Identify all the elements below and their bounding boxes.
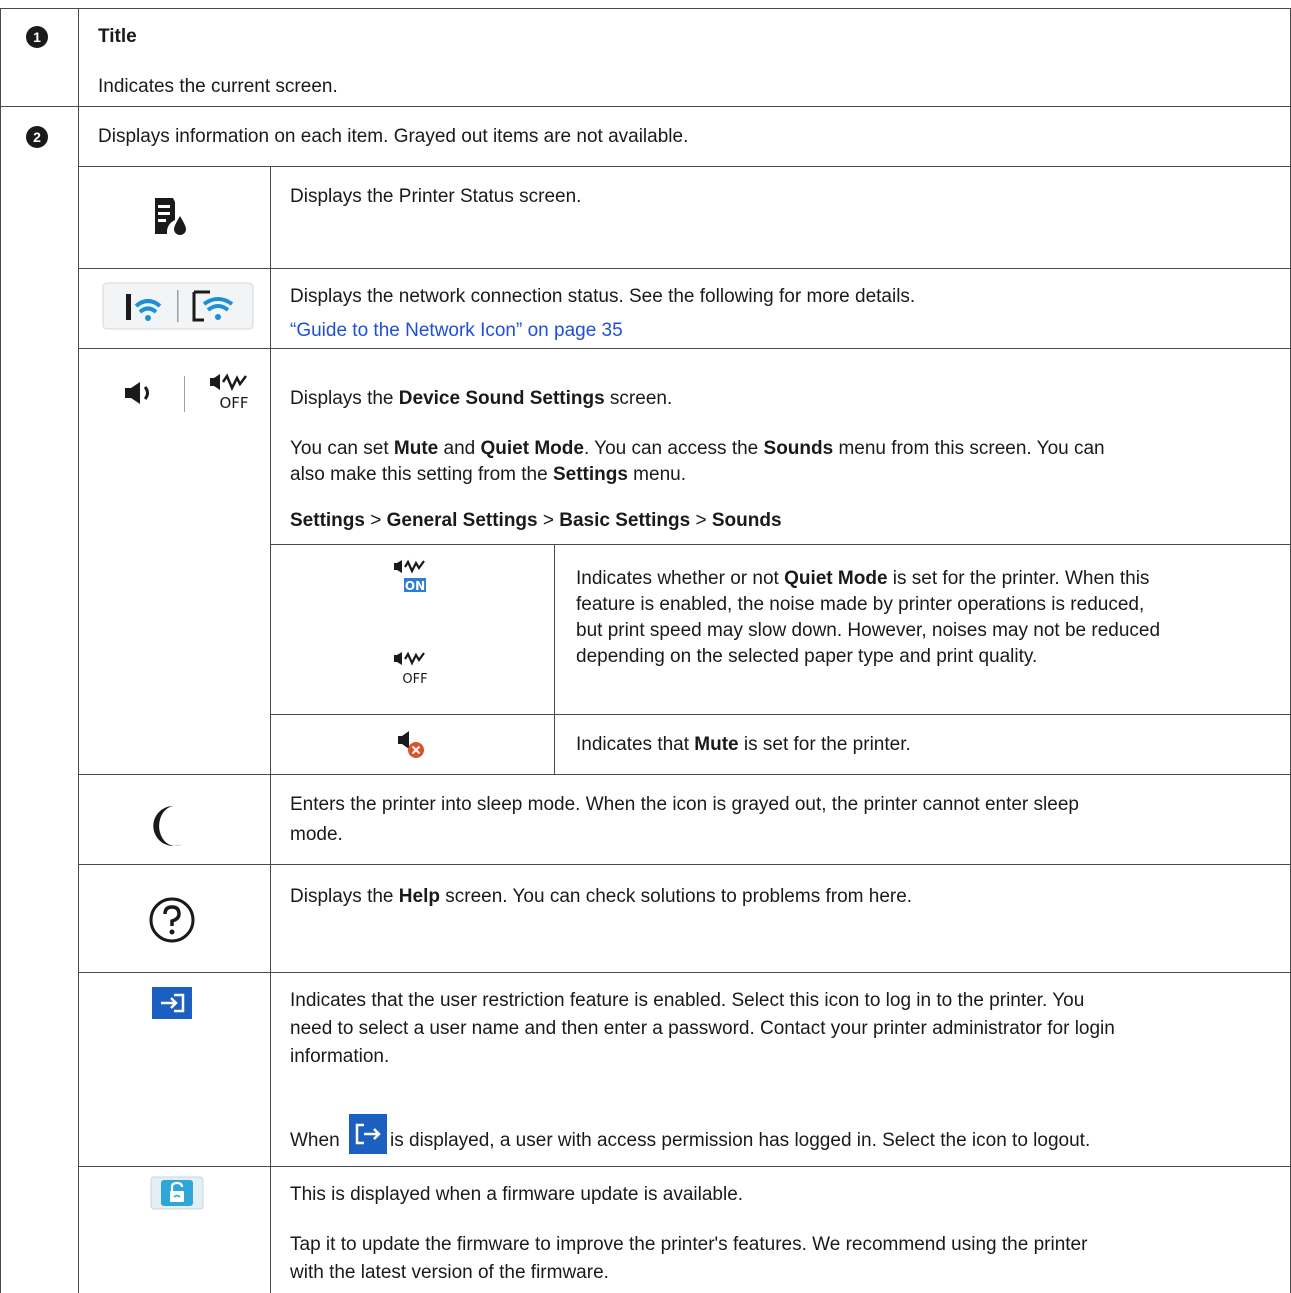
table-border-top [0, 8, 1291, 9]
item-divider-network [78, 348, 1291, 349]
row-title-description: Indicates the current screen. [98, 76, 338, 97]
item-divider-help [78, 972, 1291, 973]
firmware-description-2: Tap it to update the firmware to improve… [290, 1234, 1088, 1255]
quiet-mode-off-icon: OFF [208, 372, 252, 414]
logout-icon [349, 1114, 387, 1154]
quiet-mode-description-1: Indicates whether or not Quiet Mode is s… [576, 568, 1150, 589]
sound-sub-divider-mid [270, 714, 1291, 715]
table-border-left [0, 8, 1, 1293]
item-divider-sleep [78, 864, 1291, 865]
sound-description-para2: You can set Mute and Quiet Mode. You can… [290, 438, 1105, 459]
svg-text:OFF: OFF [402, 672, 427, 686]
logout-description-rest: is displayed, a user with access permiss… [390, 1130, 1091, 1151]
sound-description-para2-line2: also make this setting from the Settings… [290, 464, 686, 485]
row2-intro: Displays information on each item. Graye… [98, 126, 689, 147]
sound-sub-divider-top [270, 544, 1291, 545]
firmware-description-1: This is displayed when a firmware update… [290, 1184, 744, 1205]
logout-description: When [290, 1130, 340, 1151]
row-divider-1 [0, 106, 1291, 107]
quiet-mode-description-3: but print speed may slow down. However, … [576, 620, 1161, 641]
quiet-mode-description-2: feature is enabled, the noise made by pr… [576, 594, 1145, 615]
row2-intro-divider [78, 166, 1291, 167]
item-divider-sound [78, 774, 1291, 775]
svg-text:ON: ON [405, 579, 425, 593]
quiet-mode-description-4: depending on the selected paper type and… [576, 646, 1038, 667]
quiet-mode-on-icon: ON [392, 558, 428, 594]
sound-settings-path: Settings > General Settings > Basic Sett… [290, 510, 782, 531]
quiet-mode-off-small-icon: OFF [392, 650, 428, 686]
firmware-update-icon [150, 1176, 204, 1210]
speaker-icon [124, 380, 158, 406]
row-badge-1: 1 [26, 26, 48, 48]
mute-icon [396, 728, 426, 760]
moon-icon [152, 804, 184, 848]
item-divider-status [78, 268, 1291, 269]
help-description: Displays the Help screen. You can check … [290, 886, 913, 907]
network-description: Displays the network connection status. … [290, 286, 916, 307]
sound-sub-column-divider [554, 544, 555, 774]
firmware-description-3: with the latest version of the firmware. [290, 1262, 609, 1283]
login-description-3: information. [290, 1046, 390, 1067]
sleep-description-2: mode. [290, 824, 343, 845]
login-icon [152, 987, 192, 1019]
icon-separator [184, 376, 185, 412]
row-title: Title [98, 26, 137, 47]
sound-description-line1: Displays the Device Sound Settings scree… [290, 388, 673, 409]
login-description-1: Indicates that the user restriction feat… [290, 990, 1085, 1011]
row-badge-2: 2 [26, 126, 48, 148]
login-description-2: need to select a user name and then ente… [290, 1018, 1115, 1039]
item-divider-login [78, 1166, 1291, 1167]
wifi-network-icons [102, 282, 254, 330]
status-description: Displays the Printer Status screen. [290, 186, 582, 207]
printer-status-icon [153, 196, 189, 236]
icon-column-divider [270, 166, 271, 1293]
svg-text:OFF: OFF [219, 394, 248, 412]
badge-column-divider [78, 8, 79, 1293]
help-icon [148, 896, 196, 944]
network-guide-link[interactable]: “Guide to the Network Icon” on page 35 [290, 318, 623, 344]
sleep-description-1: Enters the printer into sleep mode. When… [290, 794, 1079, 815]
mute-description: Indicates that Mute is set for the print… [576, 734, 911, 755]
